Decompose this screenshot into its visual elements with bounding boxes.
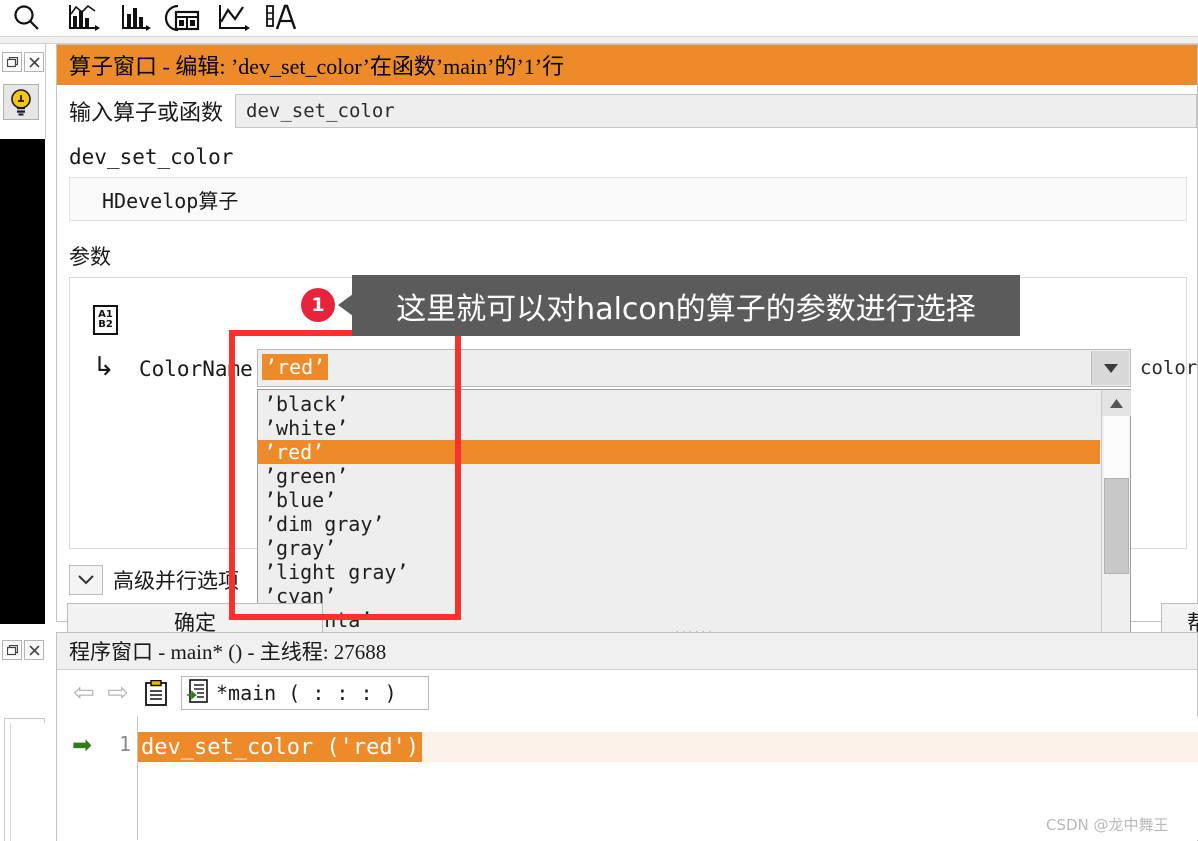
operator-description: HDevelop算子 <box>69 177 1187 221</box>
colorname-selected-value: ’red’ <box>262 354 329 380</box>
watermark: CSDN @龙中舞王 <box>1046 816 1169 834</box>
line-chart-icon[interactable] <box>212 0 256 36</box>
clipboard-icon[interactable] <box>139 676 173 710</box>
text-font-icon[interactable] <box>258 0 302 36</box>
string-icon-line-2: B2 <box>98 319 113 330</box>
dropdown-scrollbar[interactable] <box>1101 390 1131 660</box>
code-editor-area[interactable]: dev_set_color ('red') <box>138 716 1198 840</box>
dropdown-option[interactable]: ’light gray’ <box>258 560 1100 584</box>
left-dock-inner-surface-2 <box>10 723 46 841</box>
colorname-combobox[interactable]: ’red’ <box>257 349 1131 387</box>
feature-histogram-icon[interactable] <box>62 0 106 36</box>
branch-arrow-icon: ↳ <box>93 352 115 382</box>
operator-input-row: 输入算子或函数 dev_set_color <box>57 89 1197 133</box>
graphics-window-black-area <box>0 139 45 624</box>
param-label-colorname: ColorName <box>139 357 253 381</box>
top-toolbar <box>0 0 1198 36</box>
code-gutter: ➡ 1 <box>58 716 138 840</box>
toolbar-separator <box>0 36 1198 44</box>
search-icon[interactable] <box>4 0 48 36</box>
dropdown-option[interactable]: ’black’ <box>258 392 1100 416</box>
dropdown-option[interactable]: ’cyan’ <box>258 584 1100 608</box>
feature-table-icon[interactable] <box>160 0 204 36</box>
restore-window-button-2[interactable] <box>2 640 22 660</box>
operator-window: 算子窗口 - 编辑: ’dev_set_color’在函数’main’的’1’行… <box>56 44 1198 661</box>
advanced-options-label: 高级并行选项 <box>113 569 239 593</box>
program-window-title: 程序窗口 - main* () - 主线程: 27688 <box>57 633 1197 670</box>
parameters-section-label: 参数 <box>69 245 111 269</box>
dropdown-option[interactable]: ’red’ <box>258 440 1100 464</box>
current-line-marker-icon: ➡ <box>72 731 93 759</box>
procedure-selector[interactable]: *main ( : : : ) <box>181 676 429 710</box>
procedure-icon <box>186 678 210 709</box>
dropdown-option[interactable]: ’white’ <box>258 416 1100 440</box>
operator-input-field[interactable]: dev_set_color <box>235 94 1197 128</box>
operator-name: dev_set_color <box>69 145 234 169</box>
colorname-dropdown-list[interactable]: ’black’’white’’red’’green’’blue’’dim gra… <box>257 389 1131 661</box>
scroll-up-arrow-icon[interactable] <box>1102 390 1131 416</box>
procedure-name: *main ( : : : ) <box>216 681 397 705</box>
close-window-button[interactable] <box>24 52 44 72</box>
navigate-back-icon[interactable]: ⇦ <box>67 676 101 710</box>
dropdown-option[interactable]: ’green’ <box>258 464 1100 488</box>
histogram-icon[interactable] <box>113 0 157 36</box>
window-splitter[interactable]: ...... <box>660 622 730 635</box>
operator-input-label: 输入算子或函数 <box>69 100 224 125</box>
string-parameter-icon: A1 B2 <box>93 305 118 335</box>
advanced-options-expander[interactable] <box>69 565 103 595</box>
chevron-down-icon[interactable] <box>1091 351 1129 385</box>
restore-window-button[interactable] <box>2 52 22 72</box>
code-line-1[interactable]: dev_set_color ('red') <box>138 732 423 762</box>
navigate-forward-icon[interactable]: ⇨ <box>101 676 135 710</box>
left-dock-top-panel <box>0 44 46 139</box>
line-number: 1 <box>118 732 131 756</box>
program-window-toolbar: ⇦ ⇨ *main ( : : : ) <box>57 670 1197 716</box>
close-window-button-2[interactable] <box>24 640 44 660</box>
lightbulb-icon[interactable] <box>3 84 39 120</box>
scrollbar-track[interactable] <box>1104 416 1129 478</box>
dropdown-option[interactable]: ’dim gray’ <box>258 512 1100 536</box>
dropdown-option[interactable]: ’blue’ <box>258 488 1100 512</box>
scrollbar-thumb[interactable] <box>1104 478 1129 574</box>
operator-window-title: 算子窗口 - 编辑: ’dev_set_color’在函数’main’的’1’行 <box>57 45 1197 85</box>
program-window: 程序窗口 - main* () - 主线程: 27688 ⇦ ⇨ *main (… <box>56 632 1198 841</box>
dropdown-options[interactable]: ’black’’white’’red’’green’’blue’’dim gra… <box>258 392 1100 660</box>
param-type-hint: color <box>1140 357 1198 379</box>
dropdown-option[interactable]: ’gray’ <box>258 536 1100 560</box>
